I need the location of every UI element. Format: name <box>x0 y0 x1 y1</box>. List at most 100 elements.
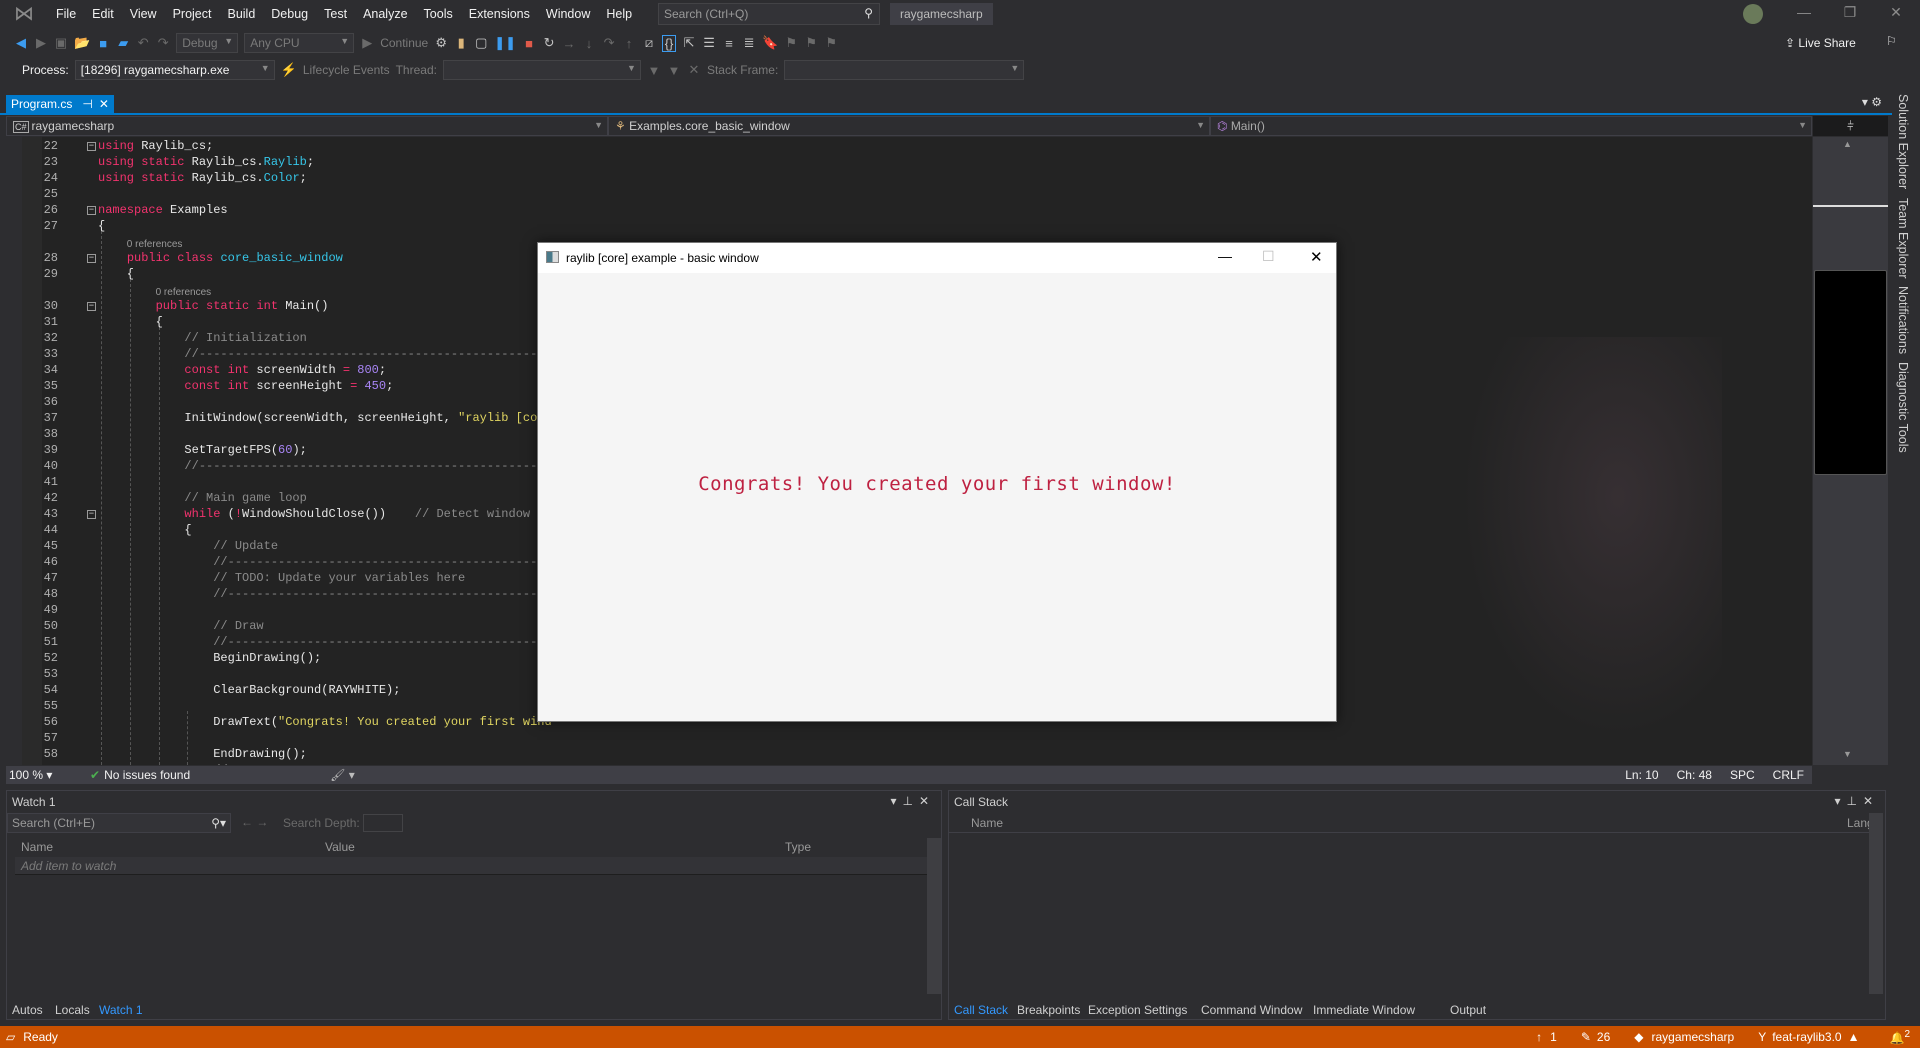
step-over-icon[interactable]: ↷ <box>602 35 616 51</box>
live-share-button[interactable]: ⇪ Live Share <box>1785 36 1856 50</box>
stack-frame-select[interactable]: ▼ <box>784 60 1025 80</box>
collapse-icon[interactable]: − <box>87 510 96 519</box>
scroll-down-icon[interactable]: ▼ <box>1843 749 1852 759</box>
watch-search-input[interactable]: Search (Ctrl+E) ⚲▾ <box>7 813 231 833</box>
raylib-window[interactable]: raylib [core] example - basic window — ☐… <box>537 242 1337 722</box>
tab-notifications[interactable]: Notifications <box>1896 286 1910 354</box>
minimap-viewport[interactable] <box>1814 270 1887 475</box>
braces-icon[interactable]: {} <box>662 34 677 52</box>
line-endings[interactable]: CRLF <box>1773 768 1804 782</box>
find-icon[interactable]: ▮ <box>454 35 468 51</box>
filter-icon[interactable]: ▼ <box>647 63 661 78</box>
undo-icon[interactable]: ↶ <box>136 35 150 51</box>
panel-tab-command-window[interactable]: Command Window <box>1201 1003 1302 1017</box>
clear-bookmarks-icon[interactable]: ⚑ <box>824 35 838 51</box>
tab-overflow-icon[interactable]: ▾ ⚙ <box>1862 95 1882 109</box>
back-icon[interactable]: ◀ <box>14 35 28 51</box>
tab-diagnostic-tools[interactable]: Diagnostic Tools <box>1896 362 1910 453</box>
collapse-icon[interactable]: − <box>87 254 96 263</box>
outline-icon[interactable]: ☰ <box>702 35 716 51</box>
menu-extensions[interactable]: Extensions <box>461 0 538 28</box>
column-name[interactable]: Name <box>21 840 53 854</box>
menu-project[interactable]: Project <box>165 0 220 28</box>
raylib-window-titlebar[interactable]: raylib [core] example - basic window — ☐… <box>538 243 1336 273</box>
new-project-icon[interactable]: ▣ <box>54 35 68 51</box>
tab-team-explorer[interactable]: Team Explorer <box>1896 198 1910 279</box>
issues-indicator[interactable]: No issues found <box>104 768 190 782</box>
pin-icon[interactable]: ⊣ <box>82 97 92 111</box>
column-name[interactable]: Name <box>971 816 1003 830</box>
open-file-icon[interactable]: 📂 <box>74 35 90 51</box>
process-select[interactable]: [18296] raygamecsharp.exe ▼ <box>74 60 275 80</box>
raylib-close-button[interactable]: ✕ <box>1310 248 1323 266</box>
call-stack-scrollbar[interactable] <box>1869 813 1883 994</box>
code-cleanup-icon[interactable]: 🖌 ▾ <box>330 768 355 782</box>
uncomment-icon[interactable]: ≣ <box>742 35 756 51</box>
next-bookmark-icon[interactable]: ⚑ <box>804 35 818 51</box>
close-tab-icon[interactable]: ✕ <box>99 97 109 111</box>
search-depth-select[interactable] <box>363 814 403 832</box>
platform-select[interactable]: Any CPU ▼ <box>244 33 355 53</box>
whitespace-mode[interactable]: SPC <box>1730 768 1755 782</box>
thread-select[interactable]: ▼ <box>442 60 641 80</box>
user-avatar[interactable] <box>1743 4 1763 24</box>
menu-edit[interactable]: Edit <box>84 0 122 28</box>
restart-icon[interactable]: ↻ <box>542 35 556 51</box>
continue-button[interactable]: Continue <box>380 36 428 50</box>
panel-tab-exception-settings[interactable]: Exception Settings <box>1088 1003 1187 1017</box>
comment-icon[interactable]: ≡ <box>722 36 736 51</box>
configuration-select[interactable]: Debug ▼ <box>176 33 239 53</box>
forward-icon[interactable]: ▶ <box>34 35 48 51</box>
panel-controls[interactable]: ▾⊥✕ <box>890 794 935 808</box>
menu-analyze[interactable]: Analyze <box>355 0 415 28</box>
watch-scrollbar[interactable] <box>927 838 941 994</box>
search-back-icon[interactable]: ← → <box>241 815 268 829</box>
branch-name[interactable]: feat-raylib3.0 <box>1772 1030 1841 1044</box>
lifecycle-events-button[interactable]: Lifecycle Events <box>303 63 390 77</box>
panel-tab-output[interactable]: Output <box>1450 1003 1486 1017</box>
flag-threads-icon[interactable]: ✕ <box>687 62 701 78</box>
feedback-icon[interactable]: ⚐ <box>1886 34 1897 48</box>
zoom-select[interactable]: 100 % ▾ <box>6 768 64 782</box>
unpushed-commits[interactable]: 1 <box>1550 1030 1557 1044</box>
panel-tab-autos[interactable]: Autos <box>12 1003 43 1017</box>
collapse-icon[interactable]: − <box>87 206 96 215</box>
menu-help[interactable]: Help <box>598 0 640 28</box>
search-input[interactable]: Search (Ctrl+Q) ⚲ <box>658 3 880 25</box>
show-next-statement-icon[interactable]: → <box>562 36 576 51</box>
minimap-scrollbar[interactable]: ▲ ▼ <box>1813 137 1888 765</box>
menu-window[interactable]: Window <box>538 0 598 28</box>
step-into-icon[interactable]: ↓ <box>582 36 596 51</box>
collapse-icon[interactable]: − <box>87 302 96 311</box>
bookmark-icon[interactable]: 🔖 <box>762 35 778 51</box>
panel-tab-breakpoints[interactable]: Breakpoints <box>1017 1003 1080 1017</box>
save-all-icon[interactable]: ▰ <box>116 35 130 51</box>
panel-tab-locals[interactable]: Locals <box>55 1003 90 1017</box>
panel-tab-immediate-window[interactable]: Immediate Window <box>1313 1003 1415 1017</box>
repository-name[interactable]: raygamecsharp <box>1651 1030 1734 1044</box>
pause-icon[interactable]: ❚❚ <box>494 35 516 51</box>
member-dropdown[interactable]: ⌬ Main() ▼ <box>1210 116 1812 136</box>
hot-reload-icon[interactable]: ⧄ <box>642 35 656 51</box>
notifications-bell-icon[interactable]: 🔔2 <box>1889 1029 1910 1045</box>
tab-solution-explorer[interactable]: Solution Explorer <box>1896 94 1910 189</box>
tab-program-cs[interactable]: Program.cs ⊣ ✕ <box>6 95 114 114</box>
watch-add-row[interactable]: Add item to watch <box>15 857 927 875</box>
screenshot-icon[interactable]: ▢ <box>474 35 488 51</box>
restore-button[interactable]: ❐ <box>1827 4 1873 21</box>
pending-changes[interactable]: 26 <box>1597 1030 1610 1044</box>
raylib-maximize-button[interactable]: ☐ <box>1262 248 1275 265</box>
pointer-icon[interactable]: ⇱ <box>682 35 696 51</box>
prev-bookmark-icon[interactable]: ⚑ <box>784 35 798 51</box>
project-dropdown[interactable]: C# raygamecsharp ▼ <box>6 116 608 136</box>
column-type[interactable]: Type <box>785 840 811 854</box>
save-icon[interactable]: ■ <box>96 36 110 51</box>
menu-view[interactable]: View <box>122 0 165 28</box>
filter-clear-icon[interactable]: ▼ <box>667 63 681 78</box>
menu-tools[interactable]: Tools <box>416 0 461 28</box>
menu-debug[interactable]: Debug <box>263 0 316 28</box>
minimize-button[interactable]: — <box>1781 4 1827 20</box>
close-button[interactable]: ✕ <box>1873 4 1919 21</box>
type-dropdown[interactable]: ⚘ Examples.core_basic_window ▼ <box>608 116 1210 136</box>
process-gear-icon[interactable]: ⚙ <box>434 35 448 51</box>
